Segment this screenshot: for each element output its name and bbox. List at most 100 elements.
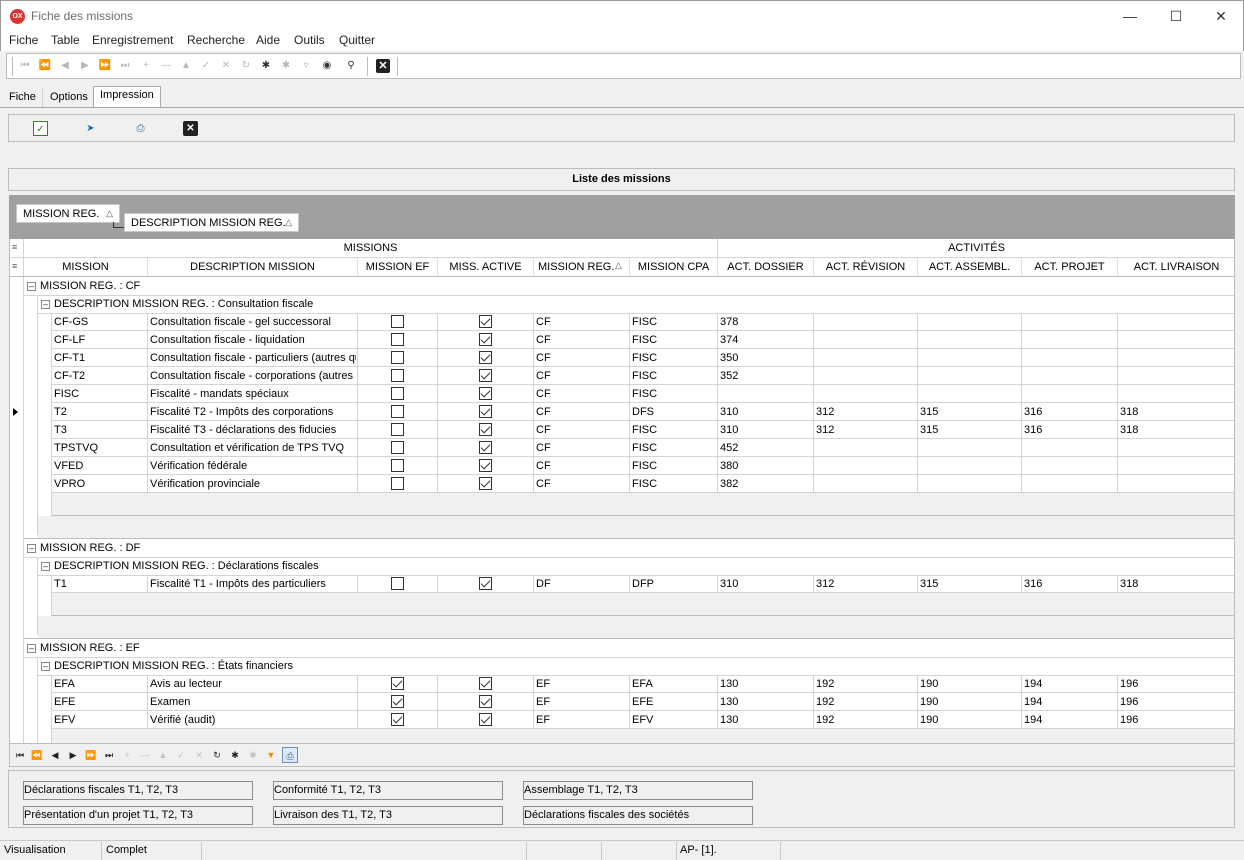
cell-livraison[interactable] — [1118, 313, 1234, 331]
cell-livraison[interactable]: 196 — [1118, 675, 1234, 693]
collapse-subgroup-icon[interactable]: – — [41, 662, 50, 671]
mission-ef-checkbox[interactable] — [391, 351, 404, 364]
nav-asterisk-icon[interactable]: ✱ — [227, 747, 243, 763]
cell-cpa[interactable]: FISC — [630, 385, 716, 403]
nav-cancel-icon[interactable]: ✕ — [191, 747, 207, 763]
cell-desc[interactable]: Avis au lecteur — [148, 675, 356, 693]
cell-desc[interactable]: Fiscalité T2 - Impôts des corporations — [148, 403, 356, 421]
tab-options[interactable]: Options — [44, 89, 95, 107]
menu-quitter[interactable]: Quitter — [339, 33, 375, 47]
cell-desc[interactable]: Vérification fédérale — [148, 457, 356, 475]
close-form-icon[interactable]: ✕ — [376, 59, 390, 73]
menu-aide[interactable]: Aide — [256, 33, 280, 47]
cell-assembl[interactable] — [918, 475, 1020, 493]
cell-assembl[interactable] — [918, 349, 1020, 367]
cell-reg[interactable]: EF — [534, 675, 628, 693]
cell-livraison[interactable]: 196 — [1118, 693, 1234, 711]
mission-ef-checkbox[interactable] — [391, 477, 404, 490]
cell-revision[interactable]: 192 — [814, 711, 916, 729]
cell-reg[interactable]: CF — [534, 349, 628, 367]
cell-revision[interactable]: 312 — [814, 421, 916, 439]
cell-desc[interactable]: Consultation fiscale - liquidation — [148, 331, 356, 349]
cell-revision[interactable] — [814, 331, 916, 349]
cell-dossier[interactable]: 378 — [718, 313, 812, 331]
tab-impression[interactable]: Impression — [93, 86, 161, 108]
select-check-icon[interactable]: ✓ — [33, 121, 48, 136]
cell-revision[interactable] — [814, 385, 916, 403]
cell-projet[interactable] — [1022, 475, 1116, 493]
collapse-subgroup-icon[interactable]: – — [41, 562, 50, 571]
cell-reg[interactable]: CF — [534, 367, 628, 385]
mission-ef-checkbox[interactable] — [391, 459, 404, 472]
binoculars-icon[interactable]: ◉ — [319, 58, 335, 74]
cell-cpa[interactable]: FISC — [630, 475, 716, 493]
column-header-cpa[interactable]: MISSION CPA — [630, 258, 718, 276]
mission-ef-checkbox[interactable] — [391, 441, 404, 454]
mission-active-checkbox[interactable] — [479, 459, 492, 472]
mission-ef-checkbox[interactable] — [391, 577, 404, 590]
column-header-revision[interactable]: ACT. RÉVISION — [814, 258, 918, 276]
report-conformite-button[interactable]: Conformité T1, T2, T3 — [273, 781, 503, 800]
cell-livraison[interactable] — [1118, 457, 1234, 475]
cell-revision[interactable] — [814, 367, 916, 385]
mission-active-checkbox[interactable] — [479, 333, 492, 346]
cell-mission[interactable]: EFE — [52, 693, 146, 711]
cell-assembl[interactable] — [918, 331, 1020, 349]
cell-cpa[interactable]: EFE — [630, 693, 716, 711]
mission-active-checkbox[interactable] — [479, 423, 492, 436]
nav-confirm-icon[interactable]: ✓ — [173, 747, 189, 763]
nav-delete-icon[interactable]: — — [137, 747, 153, 763]
column-header-dossier[interactable]: ACT. DOSSIER — [718, 258, 814, 276]
cell-reg[interactable]: CF — [534, 313, 628, 331]
report-declarations-fiscales-button[interactable]: Déclarations fiscales T1, T2, T3 — [23, 781, 253, 800]
cell-livraison[interactable]: 196 — [1118, 711, 1234, 729]
mission-active-checkbox[interactable] — [479, 405, 492, 418]
maximize-button[interactable]: ☐ — [1153, 1, 1199, 32]
cell-projet[interactable] — [1022, 385, 1116, 403]
cell-projet[interactable] — [1022, 331, 1116, 349]
group-header-mission-reg[interactable]: MISSION REG. : EF — [38, 639, 638, 657]
last-record-icon[interactable]: ⏭ — [117, 58, 133, 74]
cell-dossier[interactable] — [718, 385, 812, 403]
cell-revision[interactable] — [814, 313, 916, 331]
band-config-icon[interactable]: ≡ — [12, 243, 17, 252]
cell-dossier[interactable]: 452 — [718, 439, 812, 457]
collapse-group-icon[interactable]: – — [27, 282, 36, 291]
cell-livraison[interactable] — [1118, 349, 1234, 367]
cell-mission[interactable]: CF-LF — [52, 331, 146, 349]
cell-assembl[interactable]: 315 — [918, 575, 1020, 593]
column-header-livraison[interactable]: ACT. LIVRAISON — [1118, 258, 1234, 276]
cell-assembl[interactable] — [918, 457, 1020, 475]
cell-reg[interactable]: CF — [534, 421, 628, 439]
collapse-subgroup-icon[interactable]: – — [41, 300, 50, 309]
group-chip-description-mission-reg[interactable]: DESCRIPTION MISSION REG. △ — [124, 213, 299, 232]
nav-asterisk-filter-icon[interactable]: ✱ — [245, 747, 261, 763]
cell-assembl[interactable]: 190 — [918, 711, 1020, 729]
nav-add-icon[interactable]: + — [119, 747, 135, 763]
cell-projet[interactable]: 194 — [1022, 711, 1116, 729]
cell-reg[interactable]: CF — [534, 385, 628, 403]
mission-active-checkbox[interactable] — [479, 315, 492, 328]
cell-projet[interactable] — [1022, 313, 1116, 331]
cell-dossier[interactable]: 350 — [718, 349, 812, 367]
cell-cpa[interactable]: EFA — [630, 675, 716, 693]
cell-revision[interactable] — [814, 439, 916, 457]
cell-projet[interactable] — [1022, 439, 1116, 457]
prev-page-icon[interactable]: ⏪ — [37, 58, 53, 74]
cell-dossier[interactable]: 380 — [718, 457, 812, 475]
cell-livraison[interactable] — [1118, 367, 1234, 385]
mission-active-checkbox[interactable] — [479, 477, 492, 490]
cell-cpa[interactable]: FISC — [630, 331, 716, 349]
cell-reg[interactable]: CF — [534, 331, 628, 349]
mission-active-checkbox[interactable] — [479, 695, 492, 708]
group-header-description[interactable]: DESCRIPTION MISSION REG. : États financi… — [52, 657, 652, 675]
group-header-mission-reg[interactable]: MISSION REG. : DF — [38, 539, 638, 557]
cell-livraison[interactable] — [1118, 439, 1234, 457]
collapse-group-icon[interactable]: – — [27, 644, 36, 653]
column-header-desc[interactable]: DESCRIPTION MISSION — [148, 258, 358, 276]
cell-desc[interactable]: Fiscalité - mandats spéciaux — [148, 385, 356, 403]
cell-desc[interactable]: Consultation et vérification de TPS TVQ — [148, 439, 356, 457]
cell-dossier[interactable]: 310 — [718, 403, 812, 421]
cell-revision[interactable] — [814, 475, 916, 493]
cell-desc[interactable]: Examen — [148, 693, 356, 711]
